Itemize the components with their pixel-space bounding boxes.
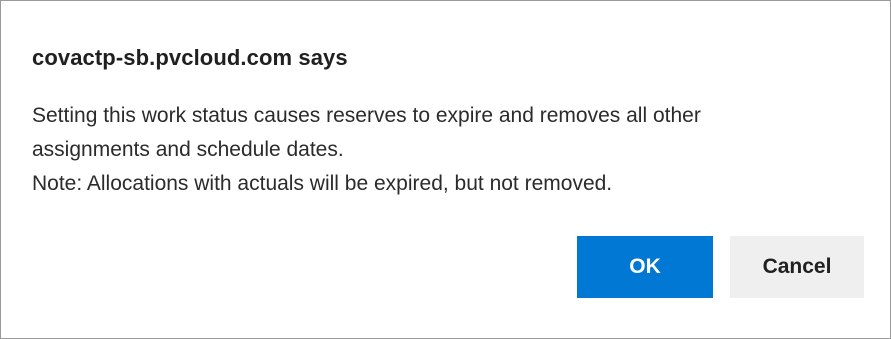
cancel-button[interactable]: Cancel <box>730 236 864 298</box>
alert-dialog: covactp-sb.pvcloud.com says Setting this… <box>0 0 891 339</box>
dialog-title: covactp-sb.pvcloud.com says <box>32 45 348 70</box>
message-line-1: Setting this work status causes reserves… <box>32 104 701 127</box>
dialog-message: Setting this work status causes reserves… <box>32 99 872 201</box>
message-line-3: Note: Allocations with actuals will be e… <box>32 172 613 195</box>
ok-button[interactable]: OK <box>577 236 713 298</box>
message-line-2: assignments and schedule dates. <box>32 138 344 161</box>
